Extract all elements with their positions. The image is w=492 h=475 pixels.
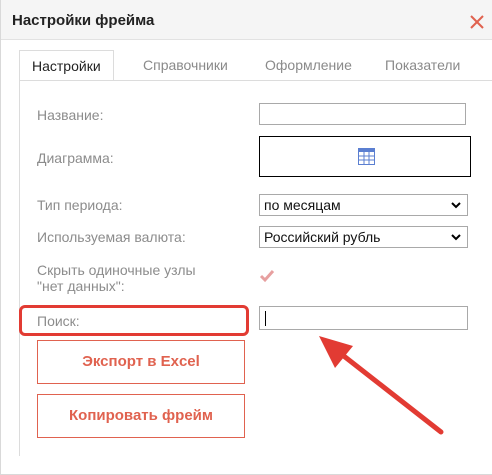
tab-strip: Настройки Справочники Оформление Показат… xyxy=(19,50,489,81)
tab-appearance[interactable]: Оформление xyxy=(265,50,352,80)
close-icon[interactable] xyxy=(469,14,485,30)
copy-frame-button[interactable]: Копировать фрейм xyxy=(37,394,245,438)
name-input[interactable] xyxy=(259,103,466,125)
text-caret xyxy=(265,311,266,326)
tab-settings[interactable]: Настройки xyxy=(19,50,114,81)
chevron-down-icon xyxy=(451,202,461,209)
currency-value: Российский рубль xyxy=(264,229,381,245)
period-type-label: Тип периода: xyxy=(37,197,123,213)
tab-indicators[interactable]: Показатели xyxy=(385,50,460,80)
tab-references[interactable]: Справочники xyxy=(143,50,228,80)
table-icon xyxy=(358,148,375,165)
dialog-title: Настройки фрейма xyxy=(12,12,155,29)
period-type-select[interactable]: по месяцам xyxy=(259,194,468,216)
currency-select[interactable]: Российский рубль xyxy=(259,226,468,248)
search-input[interactable] xyxy=(259,306,468,330)
diagram-label: Диаграмма: xyxy=(37,150,114,166)
export-excel-button[interactable]: Экспорт в Excel xyxy=(37,340,245,384)
frame-settings-dialog: Настройки фрейма Настройки Справочники О… xyxy=(0,0,492,475)
hide-nodes-checkbox[interactable] xyxy=(259,268,275,284)
diagram-picker[interactable] xyxy=(259,136,471,177)
currency-label: Используемая валюта: xyxy=(37,229,186,245)
period-type-value: по месяцам xyxy=(264,197,341,213)
dialog-titlebar: Настройки фрейма xyxy=(1,0,492,40)
chevron-down-icon xyxy=(451,234,461,241)
name-label: Название: xyxy=(37,107,104,123)
hide-nodes-label-line2: "нет данных": xyxy=(37,278,125,294)
search-label: Поиск: xyxy=(37,313,80,329)
hide-nodes-label-line1: Скрыть одиночные узлы xyxy=(37,262,196,278)
